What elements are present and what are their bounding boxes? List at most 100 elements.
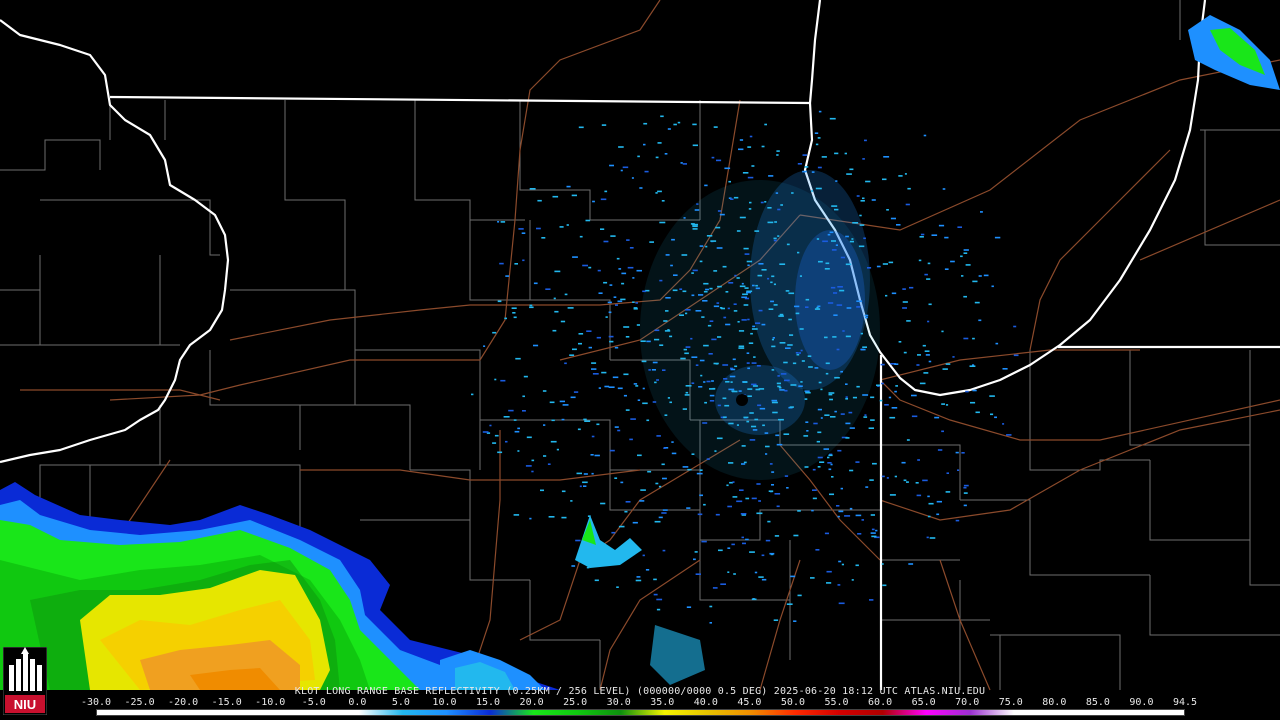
radar-echo <box>863 237 866 240</box>
radar-echo <box>630 418 636 420</box>
radar-echo <box>723 378 728 380</box>
radar-echo <box>886 477 889 479</box>
radar-echo <box>725 381 730 383</box>
radar-echo <box>521 232 526 234</box>
radar-echo <box>859 214 862 217</box>
radar-echo <box>771 345 776 348</box>
radar-echo <box>559 400 565 403</box>
radar-echo <box>846 307 852 309</box>
radar-echo <box>645 569 650 571</box>
radar-echo <box>794 305 800 308</box>
radar-echo <box>972 389 977 392</box>
radar-echo <box>591 362 597 364</box>
radar-echo <box>513 419 517 421</box>
radar-echo <box>529 188 536 190</box>
radar-echo <box>632 521 638 524</box>
radar-echo <box>937 449 943 451</box>
radar-echo <box>639 187 643 189</box>
radar-echo <box>755 388 761 391</box>
radar-echo <box>833 292 838 294</box>
radar-echo <box>768 308 774 310</box>
radar-echo <box>812 497 817 500</box>
radar-echo <box>567 307 574 309</box>
radar-echo <box>754 418 759 421</box>
radar-echo <box>901 461 906 464</box>
radar-echo <box>617 387 623 390</box>
radar-echo <box>669 401 672 404</box>
radar-echo <box>965 264 971 266</box>
radar-echo <box>776 154 779 156</box>
radar-echo <box>698 386 703 388</box>
radar-echo <box>803 435 809 437</box>
radar-echo <box>592 200 595 203</box>
radar-echo <box>852 222 859 224</box>
radar-echo <box>811 190 814 192</box>
radar-echo <box>684 352 689 355</box>
radar-echo <box>736 230 741 232</box>
radar-echo <box>732 496 738 498</box>
radar-echo <box>614 477 618 479</box>
radar-echo <box>625 409 630 411</box>
radar-echo <box>699 245 704 247</box>
radar-echo <box>771 338 774 341</box>
radar-echo <box>658 485 662 488</box>
radar-echo <box>907 187 911 190</box>
radar-echo <box>618 268 622 270</box>
radar-echo <box>622 166 629 169</box>
radar-echo <box>671 452 677 455</box>
radar-echo <box>806 430 809 432</box>
radar-echo <box>805 306 809 308</box>
radar-echo <box>686 606 692 608</box>
radar-echo <box>820 417 823 419</box>
radar-echo <box>639 500 645 502</box>
radar-echo <box>709 605 713 608</box>
radar-echo <box>922 344 926 347</box>
radar-echo <box>739 139 744 141</box>
radar-echo <box>917 354 921 356</box>
radar-echo <box>667 329 670 331</box>
radar-echo <box>669 335 673 338</box>
radar-echo <box>751 425 757 428</box>
radar-echo <box>692 225 698 228</box>
radar-echo <box>483 345 486 347</box>
radar-echo <box>489 424 492 427</box>
radar-echo <box>817 166 822 169</box>
radar-echo <box>855 514 862 517</box>
scale-label: -25.0 <box>124 697 155 708</box>
radar-echo <box>653 593 658 596</box>
radar-echo <box>596 336 601 339</box>
radar-echo <box>751 165 755 167</box>
radar-echo <box>682 163 687 165</box>
radar-echo <box>687 468 692 471</box>
radar-echo <box>983 274 989 277</box>
radar-echo <box>700 374 703 377</box>
radar-echo <box>548 516 555 518</box>
radar-echo <box>764 201 767 203</box>
radar-echo <box>743 304 749 306</box>
radar-echo <box>743 247 749 250</box>
radar-echo <box>738 330 745 332</box>
radar-echo <box>709 394 715 397</box>
radar-echo <box>624 510 628 513</box>
radar-echo <box>765 453 768 455</box>
radar-echo <box>786 243 790 246</box>
radar-echo <box>837 286 843 288</box>
radar-echo <box>876 265 881 268</box>
radar-echo <box>545 288 551 290</box>
radar-echo <box>600 228 605 230</box>
radar-echo <box>601 124 607 126</box>
radar-echo <box>621 282 625 285</box>
radar-echo <box>699 469 703 471</box>
radar-echo <box>871 528 875 531</box>
radar-echo <box>755 287 760 290</box>
radar-echo <box>620 169 623 172</box>
radar-echo <box>494 434 499 437</box>
radar-echo <box>716 302 720 304</box>
radar-echo <box>772 337 775 339</box>
radar-echo <box>608 311 612 314</box>
radar-echo <box>671 441 674 443</box>
radar-echo <box>655 192 658 194</box>
radar-echo <box>636 324 640 326</box>
radar-echo <box>936 500 942 503</box>
radar-echo <box>623 326 630 328</box>
